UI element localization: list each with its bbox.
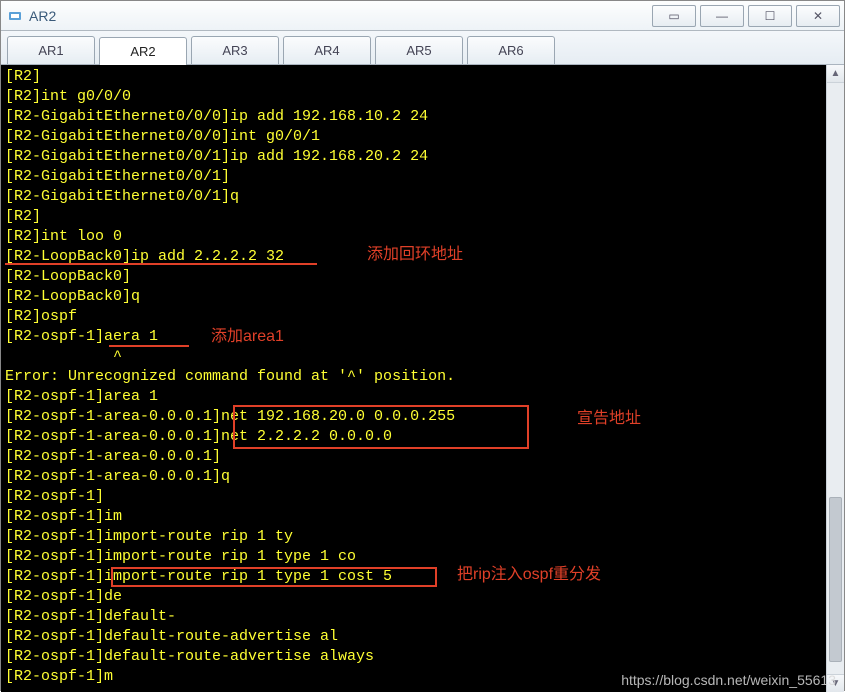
terminal-line: [R2-ospf-1-area-0.0.0.1]net 192.168.20.0… bbox=[5, 407, 822, 427]
terminal-line: [R2-GigabitEthernet0/0/1] bbox=[5, 167, 822, 187]
terminal-line: ^ bbox=[5, 347, 822, 367]
tab-ar4[interactable]: AR4 bbox=[283, 36, 371, 64]
terminal-line: [R2-GigabitEthernet0/0/0]ip add 192.168.… bbox=[5, 107, 822, 127]
terminal-line: [R2-ospf-1]import-route rip 1 ty bbox=[5, 527, 822, 547]
terminal-line: [R2-GigabitEthernet0/0/1]q bbox=[5, 187, 822, 207]
terminal-line: [R2-GigabitEthernet0/0/0]int g0/0/1 bbox=[5, 127, 822, 147]
terminal-line: [R2-ospf-1]area 1 bbox=[5, 387, 822, 407]
terminal-line: [R2-ospf-1]default-route-advertise al bbox=[5, 627, 822, 647]
tab-label: AR5 bbox=[406, 43, 431, 58]
tab-ar3[interactable]: AR3 bbox=[191, 36, 279, 64]
terminal-line: Error: Unrecognized command found at '^'… bbox=[5, 367, 822, 387]
tab-label: AR6 bbox=[498, 43, 523, 58]
terminal-line: [R2-ospf-1]de bbox=[5, 587, 822, 607]
terminal-line: [R2-ospf-1]default- bbox=[5, 607, 822, 627]
tab-ar5[interactable]: AR5 bbox=[375, 36, 463, 64]
terminal-wrap: [R2] [R2]int g0/0/0 [R2-GigabitEthernet0… bbox=[1, 65, 844, 692]
tab-ar2[interactable]: AR2 bbox=[99, 37, 187, 65]
tabstrip: AR1 AR2 AR3 AR4 AR5 AR6 bbox=[1, 31, 844, 65]
window-close-button[interactable]: ✕ bbox=[796, 5, 840, 27]
scroll-down-arrow-icon[interactable]: ▼ bbox=[827, 674, 844, 692]
terminal-line: [R2] bbox=[5, 67, 822, 87]
tab-ar1[interactable]: AR1 bbox=[7, 36, 95, 64]
window-title: AR2 bbox=[29, 8, 56, 24]
tab-label: AR3 bbox=[222, 43, 247, 58]
terminal-line: [R2-ospf-1]im bbox=[5, 507, 822, 527]
scrollbar-thumb[interactable] bbox=[829, 497, 842, 662]
terminal-line: [R2-ospf-1-area-0.0.0.1]net 2.2.2.2 0.0.… bbox=[5, 427, 822, 447]
terminal-line: [R2]int g0/0/0 bbox=[5, 87, 822, 107]
scrollbar-track[interactable] bbox=[827, 83, 844, 674]
close-icon: ✕ bbox=[813, 9, 823, 23]
window-maximize-button[interactable]: ☐ bbox=[748, 5, 792, 27]
scroll-up-arrow-icon[interactable]: ▲ bbox=[827, 65, 844, 83]
terminal-line: [R2-LoopBack0]ip add 2.2.2.2 32 bbox=[5, 247, 822, 267]
terminal-line: [R2-ospf-1-area-0.0.0.1]q bbox=[5, 467, 822, 487]
window-unknown-icon: ▭ bbox=[668, 9, 679, 23]
terminal-line: [R2-GigabitEthernet0/0/1]ip add 192.168.… bbox=[5, 147, 822, 167]
titlebar: AR2 ▭ — ☐ ✕ bbox=[1, 1, 844, 31]
tab-label: AR2 bbox=[130, 44, 155, 59]
terminal-line: [R2]int loo 0 bbox=[5, 227, 822, 247]
terminal-line: [R2-ospf-1]default-route-advertise alway… bbox=[5, 647, 822, 667]
terminal-line: [R2-LoopBack0] bbox=[5, 267, 822, 287]
tab-label: AR4 bbox=[314, 43, 339, 58]
app-icon bbox=[7, 8, 23, 24]
terminal-line: [R2-LoopBack0]q bbox=[5, 287, 822, 307]
terminal-line: [R2]ospf bbox=[5, 307, 822, 327]
terminal-line: [R2-ospf-1] bbox=[5, 487, 822, 507]
terminal-line: [R2-ospf-1]import-route rip 1 type 1 cos… bbox=[5, 567, 822, 587]
terminal[interactable]: [R2] [R2]int g0/0/0 [R2-GigabitEthernet0… bbox=[1, 65, 826, 692]
tab-ar6[interactable]: AR6 bbox=[467, 36, 555, 64]
terminal-line: [R2] bbox=[5, 207, 822, 227]
maximize-icon: ☐ bbox=[765, 9, 776, 23]
window-minimize-button[interactable]: — bbox=[700, 5, 744, 27]
window-unknown-button[interactable]: ▭ bbox=[652, 5, 696, 27]
minimize-icon: — bbox=[716, 9, 728, 23]
terminal-line: [R2-ospf-1]aera 1 bbox=[5, 327, 822, 347]
tab-label: AR1 bbox=[38, 43, 63, 58]
terminal-line: [R2-ospf-1-area-0.0.0.1] bbox=[5, 447, 822, 467]
terminal-line: [R2-ospf-1]import-route rip 1 type 1 co bbox=[5, 547, 822, 567]
terminal-line: [R2-ospf-1]m bbox=[5, 667, 822, 687]
scrollbar-vertical[interactable]: ▲ ▼ bbox=[826, 65, 844, 692]
